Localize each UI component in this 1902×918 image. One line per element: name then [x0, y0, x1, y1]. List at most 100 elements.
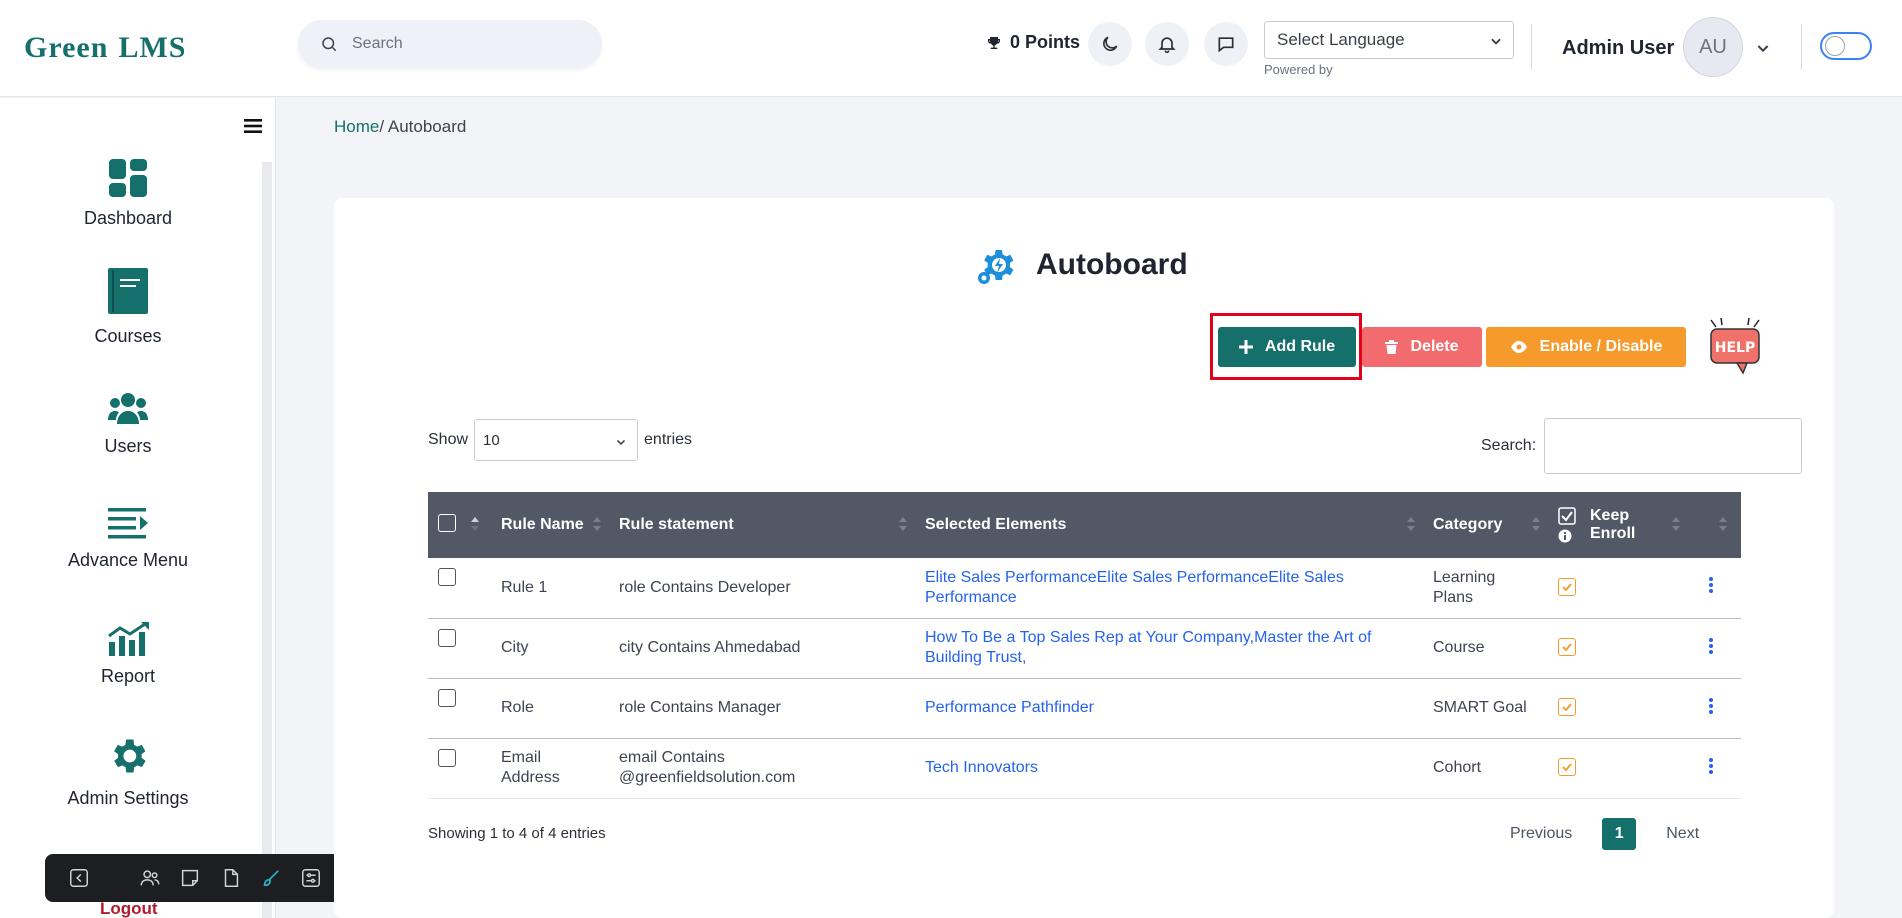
rules-table: Rule Name Rule statement Selected Elemen…	[428, 492, 1741, 799]
cell-category: SMART Goal	[1433, 699, 1527, 716]
header-rule-name[interactable]: Rule Name	[491, 492, 609, 558]
messages-button[interactable]	[1204, 22, 1248, 66]
cell-selected-elements-link[interactable]: Performance Pathfinder	[915, 678, 1423, 738]
global-search[interactable]	[298, 20, 602, 68]
sidebar-item-label: Advance Menu	[67, 550, 189, 570]
brush-tool-button[interactable]	[251, 854, 291, 902]
divider	[1531, 24, 1532, 70]
cell-selected-elements-link[interactable]: Tech Innovators	[915, 738, 1423, 798]
help-button[interactable]: HELP	[1705, 317, 1765, 381]
sidebar-scrollbar[interactable]	[262, 162, 272, 918]
delete-button[interactable]: Delete	[1362, 327, 1482, 367]
sidebar-item-advance-menu[interactable]: Advance Menu	[0, 506, 256, 571]
collapse-left-icon	[70, 869, 89, 887]
check-icon	[1562, 583, 1572, 592]
sort-icon[interactable]	[471, 517, 479, 531]
previous-page-button[interactable]: Previous	[1510, 825, 1572, 843]
points-display[interactable]: 0 Points	[986, 32, 1080, 53]
table-search-input[interactable]	[1544, 418, 1803, 474]
chevron-down-icon[interactable]	[1755, 40, 1771, 56]
show-label: Show	[428, 431, 469, 448]
select-all-checkbox[interactable]	[438, 513, 456, 532]
header-keep-enroll[interactable]: Keep Enroll	[1548, 492, 1680, 558]
kebab-menu-icon[interactable]	[1708, 697, 1713, 714]
keep-enroll-checkbox[interactable]	[1558, 698, 1576, 716]
sidebar-item-courses[interactable]: Courses	[0, 266, 256, 347]
entries-select[interactable]: 10	[474, 419, 639, 461]
row-checkbox[interactable]	[438, 628, 456, 647]
eye-icon	[1510, 341, 1527, 353]
header-rule-statement[interactable]: Rule statement	[609, 492, 915, 558]
admin-name[interactable]: Admin User	[1562, 37, 1674, 60]
sidebar-item-label: Dashboard	[83, 208, 173, 228]
row-checkbox[interactable]	[438, 688, 456, 707]
logo[interactable]: Green LMS	[24, 28, 186, 68]
cell-selected-elements-link[interactable]: How To Be a Top Sales Rep at Your Compan…	[915, 618, 1423, 678]
cell-rule-statement: city Contains Ahmedabad	[619, 639, 801, 656]
header-label: Selected Elements	[925, 516, 1067, 533]
search-input[interactable]	[352, 35, 572, 53]
help-label: HELP	[1715, 340, 1755, 356]
notifications-button[interactable]	[1145, 22, 1189, 66]
collapse-button[interactable]	[59, 854, 99, 902]
dark-mode-button[interactable]	[1088, 22, 1132, 66]
bell-icon	[1158, 37, 1176, 54]
row-checkbox[interactable]	[438, 748, 456, 767]
keep-enroll-checkbox[interactable]	[1558, 577, 1576, 596]
search-icon	[322, 37, 337, 52]
points-label: 0 Points	[1010, 32, 1081, 52]
users-tool-button[interactable]	[130, 854, 170, 902]
add-rule-label: Add Rule	[1264, 338, 1336, 355]
floating-toolbar	[45, 854, 345, 902]
avatar[interactable]: AU	[1683, 17, 1743, 77]
select-all-header	[428, 492, 491, 558]
cell-category: Cohort	[1433, 759, 1482, 776]
kebab-menu-icon[interactable]	[1708, 577, 1713, 594]
chat-icon	[1218, 37, 1234, 53]
next-page-button[interactable]: Next	[1666, 825, 1699, 843]
entries-label: entries	[644, 431, 693, 448]
keep-enroll-checkbox[interactable]	[1558, 758, 1576, 776]
sidebar-item-dashboard[interactable]: Dashboard	[0, 158, 256, 229]
keep-enroll-checkbox[interactable]	[1558, 638, 1576, 656]
table-header-row: Rule Name Rule statement Selected Elemen…	[428, 492, 1741, 558]
header-actions[interactable]	[1680, 492, 1741, 558]
sidebar-item-users[interactable]: Users	[0, 390, 256, 457]
page-1-button[interactable]: 1	[1602, 818, 1637, 850]
sidebar: Dashboard Courses Users Advance Menu Rep…	[0, 98, 276, 918]
cell-selected-elements-link[interactable]: Elite Sales PerformanceElite Sales Perfo…	[915, 558, 1423, 618]
entries-value: 10	[483, 431, 500, 449]
sidebar-item-label: Report	[100, 666, 156, 686]
settings-tool-button[interactable]	[291, 854, 331, 902]
table-search: Search:	[1481, 418, 1803, 474]
theme-toggle[interactable]	[1820, 32, 1872, 60]
notes-tool-button[interactable]	[170, 854, 210, 902]
kebab-menu-icon[interactable]	[1708, 757, 1713, 774]
table-row: City city Contains Ahmedabad How To Be a…	[428, 618, 1741, 678]
dashboard-icon	[109, 159, 147, 197]
info-icon[interactable]	[1558, 529, 1572, 543]
menu-list-icon	[108, 508, 148, 539]
sidebar-item-admin-settings[interactable]: Admin Settings	[0, 734, 256, 809]
plus-icon	[1238, 340, 1253, 354]
row-checkbox[interactable]	[438, 568, 456, 586]
logo-text-lms: LMS	[118, 31, 187, 64]
avatar-initials: AU	[1699, 35, 1727, 58]
cell-rule-name: Role	[501, 699, 534, 716]
language-select[interactable]: Select Language	[1264, 21, 1514, 59]
add-rule-button[interactable]: Add Rule	[1218, 327, 1356, 367]
table-row: Rule 1 role Contains Developer Elite Sal…	[428, 558, 1741, 618]
header-selected-elements[interactable]: Selected Elements	[915, 492, 1423, 558]
checked-box-icon[interactable]	[1558, 507, 1576, 525]
moon-icon	[1103, 36, 1118, 51]
language-select-label: Select Language	[1277, 30, 1405, 49]
enable-disable-button[interactable]: Enable / Disable	[1486, 327, 1686, 367]
kebab-menu-icon[interactable]	[1708, 637, 1713, 654]
sidebar-item-report[interactable]: Report	[0, 622, 256, 687]
document-tool-button[interactable]	[211, 854, 251, 902]
breadcrumb-home-link[interactable]: Home	[334, 117, 379, 136]
powered-by-label: Powered by	[1264, 62, 1333, 77]
hamburger-icon[interactable]	[244, 118, 262, 134]
header-category[interactable]: Category	[1423, 492, 1548, 558]
sort-icon	[899, 517, 907, 531]
